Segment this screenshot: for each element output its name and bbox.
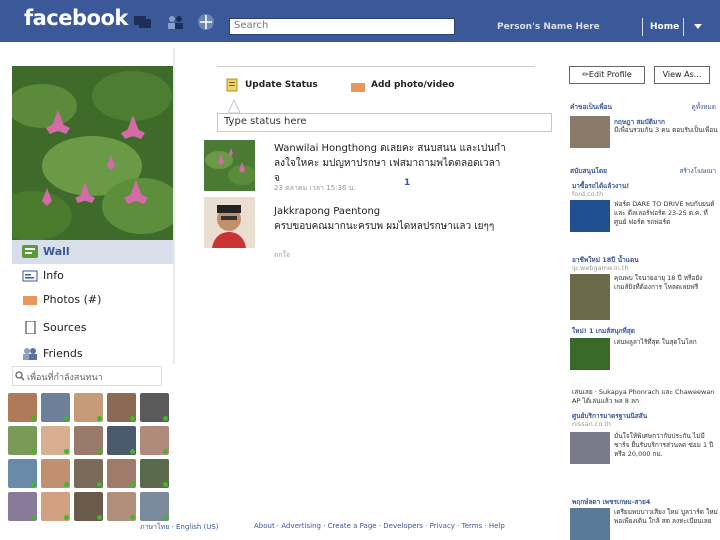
status-pointer-icon bbox=[228, 100, 240, 113]
language-selector[interactable]: ภาษาไทย · English (US) bbox=[140, 522, 219, 533]
post-text: ครบขอบคณมากนะครบพ ผมไดหลปรกษาแลว เยๆๆ bbox=[274, 221, 495, 232]
ad-text: ฟอร์ด DARE TO DRIVE พบกับยนต์และ ดีลเลอร… bbox=[614, 200, 715, 226]
post-body: Wanwilai Hongthong ดเลยคะ สนบสนน และเปนก… bbox=[274, 141, 506, 186]
nav-wall[interactable]: Wall bbox=[12, 240, 175, 264]
post-like-count[interactable]: 1 bbox=[404, 178, 410, 188]
profile-picture[interactable] bbox=[12, 66, 175, 249]
ad-image[interactable] bbox=[570, 432, 610, 464]
friends-search-input[interactable]: เพื่อนที่กำลังสนทนา bbox=[12, 366, 162, 386]
create-ad-link[interactable]: สร้างโฆษณา bbox=[679, 166, 716, 176]
view-as-button[interactable]: View As... bbox=[654, 66, 710, 84]
home-link[interactable]: Home bbox=[650, 22, 679, 32]
friend-avatar[interactable] bbox=[8, 459, 37, 488]
post-author-avatar[interactable] bbox=[204, 197, 255, 248]
messages-icon[interactable] bbox=[165, 13, 185, 31]
sponsored-header: สนับสนุนโดย สร้างโฆษณา bbox=[570, 166, 718, 176]
friend-avatar[interactable] bbox=[74, 492, 103, 521]
friend-request-text[interactable]: มีเพื่อนรวมกัน 3 คน ตอบรับเป็นเพื่อน bbox=[614, 126, 718, 135]
nav-label: Wall bbox=[43, 245, 70, 258]
status-input[interactable]: Type status here bbox=[217, 113, 552, 132]
see-all-link[interactable]: ดูทั้งหมด bbox=[692, 102, 716, 112]
nav-label: Info bbox=[43, 269, 64, 282]
friend-avatar[interactable] bbox=[41, 426, 70, 455]
nav-label: Friends bbox=[43, 347, 83, 360]
ad-text: มั่นใจให้พิเศษกว่ากับประกัน ไม่มีชาร์จ ย… bbox=[614, 432, 714, 458]
info-icon bbox=[22, 270, 38, 282]
friends-search-label: เพื่อนที่กำลังสนทนา bbox=[27, 373, 103, 383]
nav-friends[interactable]: Friends bbox=[12, 342, 175, 366]
status-icon bbox=[226, 78, 238, 92]
wall-icon bbox=[22, 245, 38, 258]
ad-social-text: เล่นเลย · Sukapya Phonrach และ Chaweewan… bbox=[572, 388, 715, 405]
friend-avatar[interactable] bbox=[8, 492, 37, 521]
friend-avatar[interactable] bbox=[140, 459, 169, 488]
add-photo-button[interactable]: Add photo/video bbox=[371, 80, 454, 90]
post-meta: 23 ตลาคม เวลา 15:36 น. bbox=[274, 184, 356, 192]
ad-image[interactable] bbox=[570, 200, 610, 232]
post-meta: ถกใจ bbox=[274, 251, 290, 259]
account-menu-icon[interactable] bbox=[690, 19, 706, 33]
pencil-icon: ✏ bbox=[582, 70, 589, 79]
friend-avatar[interactable] bbox=[74, 393, 103, 422]
ad-text: คุณพบ ใจนายอายุ 18 ปี หรือยัง เกมส์ยิงที… bbox=[614, 274, 703, 291]
sources-icon bbox=[25, 321, 36, 334]
ad-title[interactable]: พฤกษ์ลดา เพชรเกษม-สาย4 bbox=[572, 497, 718, 507]
ad-url: ford.co.th bbox=[572, 190, 604, 198]
edit-profile-button[interactable]: ✏Edit Profile bbox=[569, 66, 645, 84]
photo-icon bbox=[351, 83, 365, 92]
top-bar: facebook Search Person's Name Here Home bbox=[0, 0, 720, 42]
footer-links[interactable]: About · Advertising · Create a Page · De… bbox=[254, 522, 505, 530]
friend-avatar[interactable] bbox=[107, 393, 136, 422]
friend-avatar[interactable] bbox=[8, 393, 37, 422]
section-title: คำขอเป็นเพื่อน bbox=[570, 103, 612, 111]
friend-avatar[interactable] bbox=[41, 492, 70, 521]
nav-photos[interactable]: Photos (#) bbox=[12, 288, 175, 312]
friends-icon bbox=[23, 348, 37, 360]
ad-image[interactable] bbox=[570, 508, 610, 540]
nav-label: Sources bbox=[43, 321, 87, 334]
friend-avatar[interactable] bbox=[74, 426, 103, 455]
edit-profile-label: Edit Profile bbox=[588, 70, 632, 79]
post-author-avatar[interactable] bbox=[204, 140, 255, 191]
section-title: สนับสนุนโดย bbox=[570, 167, 607, 175]
friend-avatar[interactable] bbox=[74, 459, 103, 488]
ad-image[interactable] bbox=[570, 338, 610, 370]
ad-text: เล่นพลูลาไร้ที่สุด ในสุดในโลก bbox=[614, 338, 697, 346]
ad-url: nissan.co.th bbox=[572, 420, 612, 428]
top-divider bbox=[642, 18, 643, 36]
search-icon bbox=[15, 371, 25, 381]
post-author[interactable]: Jakkrapong Paentong bbox=[274, 206, 380, 217]
profile-name-link[interactable]: Person's Name Here bbox=[497, 22, 600, 32]
ad-image[interactable] bbox=[570, 274, 610, 320]
top-divider bbox=[683, 18, 684, 36]
friend-avatar[interactable] bbox=[140, 426, 169, 455]
composer-divider bbox=[217, 66, 535, 67]
nav-sources[interactable]: Sources bbox=[12, 316, 175, 340]
ad-text: เตรียมพบบาวเสียง ใหม่ บูลวาร์ด ใหม่ พอเพ… bbox=[614, 508, 718, 525]
post-author[interactable]: Wanwilai Hongthong bbox=[274, 143, 377, 154]
ad-url: ip.webgame.in.th bbox=[572, 264, 629, 272]
friend-requests-icon[interactable] bbox=[133, 13, 153, 31]
friend-avatar[interactable] bbox=[41, 459, 70, 488]
column-divider bbox=[173, 48, 175, 364]
friend-avatar[interactable] bbox=[8, 426, 37, 455]
friend-avatar[interactable] bbox=[107, 459, 136, 488]
friend-requests-header: คำขอเป็นเพื่อน ดูทั้งหมด bbox=[570, 102, 718, 112]
ad-title[interactable]: ใหม่! 1 เกมส์สนุกที่สุด bbox=[572, 326, 718, 336]
post-body: Jakkrapong Paentong ครบขอบคณมากนะครบพ ผมไ… bbox=[274, 204, 506, 234]
friend-avatar[interactable] bbox=[140, 492, 169, 521]
nav-label: Photos (#) bbox=[43, 293, 102, 306]
notifications-icon[interactable] bbox=[196, 13, 216, 31]
friend-avatar[interactable] bbox=[107, 492, 136, 521]
friend-avatar[interactable] bbox=[41, 393, 70, 422]
search-input[interactable]: Search bbox=[229, 18, 455, 35]
friend-avatar[interactable] bbox=[140, 393, 169, 422]
friend-request-avatar[interactable] bbox=[570, 116, 610, 148]
photos-icon bbox=[23, 296, 37, 305]
nav-info[interactable]: Info bbox=[12, 264, 175, 288]
facebook-logo[interactable]: facebook bbox=[24, 6, 128, 30]
friend-avatar[interactable] bbox=[107, 426, 136, 455]
update-status-button[interactable]: Update Status bbox=[245, 80, 318, 90]
